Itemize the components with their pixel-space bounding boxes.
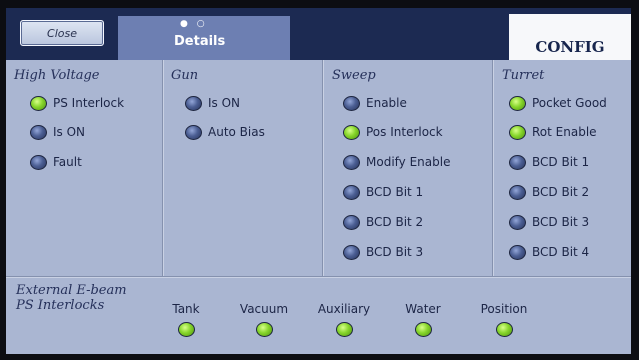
indicator-gun-is-on: Is ON (185, 94, 240, 112)
external-indicator-vacuum: Vacuum (234, 302, 294, 337)
indicator-label: BCD Bit 3 (532, 215, 590, 229)
status-led-icon (509, 214, 526, 230)
gun-title: Gun (171, 68, 199, 83)
status-led-icon (177, 322, 195, 337)
tab-config[interactable]: CONFIG (509, 14, 631, 60)
status-led-icon (509, 154, 526, 170)
gun-panel: Gun Is ON Auto Bias (163, 60, 322, 276)
close-button[interactable]: Close (20, 20, 104, 46)
indicator-label: BCD Bit 2 (532, 185, 590, 199)
indicator-label: Vacuum (239, 302, 289, 316)
indicator-label: BCD Bit 1 (366, 185, 424, 199)
indicator-label: PS Interlock (53, 96, 125, 110)
indicator-label: BCD Bit 4 (532, 245, 590, 259)
indicator-label: Is ON (208, 96, 241, 110)
status-led-icon (255, 322, 273, 337)
indicator-label: Pos Interlock (366, 125, 443, 139)
turret-title: Turret (502, 68, 545, 83)
indicator-label: Is ON (53, 125, 86, 139)
indicator-sweep-bcd-bit-3: BCD Bit 3 (343, 243, 423, 261)
indicator-turret-bcd-bit-3: BCD Bit 3 (509, 213, 589, 231)
indicator-label: BCD Bit 3 (366, 245, 424, 259)
status-led-icon (343, 154, 360, 170)
status-led-icon (343, 244, 360, 260)
indicator-hv-is-on: Is ON (30, 123, 85, 141)
status-led-icon (30, 124, 47, 140)
high-voltage-title: High Voltage (14, 68, 100, 83)
tab-details-label: Details (174, 34, 226, 49)
status-led-icon (185, 95, 202, 111)
status-led-icon (335, 322, 353, 337)
status-led-icon (509, 244, 526, 260)
external-interlocks-title: External E-beam PS Interlocks (16, 283, 127, 313)
control-screen: Close ● ○ Details CONFIG High Voltage PS… (6, 8, 631, 354)
page-indicator-dots: ● ○ (180, 19, 208, 29)
sweep-panel: Sweep Enable Pos Interlock Modify Enable… (323, 60, 492, 276)
indicator-label: Pocket Good (532, 96, 607, 110)
status-led-icon (343, 124, 360, 140)
external-indicator-position: Position (474, 302, 534, 337)
indicator-sweep-bcd-bit-1: BCD Bit 1 (343, 183, 423, 201)
external-indicator-tank: Tank (166, 302, 206, 337)
status-led-icon (414, 322, 432, 337)
indicator-label: Modify Enable (366, 155, 451, 169)
sweep-title: Sweep (332, 68, 376, 83)
indicator-turret-pocket-good: Pocket Good (509, 94, 607, 112)
indicator-label: Enable (366, 96, 407, 110)
indicator-label: BCD Bit 1 (532, 155, 590, 169)
indicator-sweep-bcd-bit-2: BCD Bit 2 (343, 213, 423, 231)
indicator-gun-auto-bias: Auto Bias (185, 123, 265, 141)
external-title-line-2: PS Interlocks (16, 298, 105, 313)
status-led-icon (30, 95, 47, 111)
high-voltage-panel: High Voltage PS Interlock Is ON Fault (6, 60, 162, 276)
indicator-label: Auxiliary (317, 302, 371, 316)
indicator-sweep-pos-interlock: Pos Interlock (343, 123, 443, 141)
indicator-turret-bcd-bit-4: BCD Bit 4 (509, 243, 589, 261)
indicator-label: BCD Bit 2 (366, 215, 424, 229)
indicator-label: Auto Bias (208, 125, 265, 139)
tab-details[interactable]: ● ○ Details (118, 16, 290, 60)
external-indicator-auxiliary: Auxiliary (312, 302, 376, 337)
indicator-turret-rot-enable: Rot Enable (509, 123, 597, 141)
section-divider-horizontal (6, 276, 631, 278)
indicator-hv-fault: Fault (30, 153, 82, 171)
turret-panel: Turret Pocket Good Rot Enable BCD Bit 1 … (493, 60, 631, 276)
indicator-label: Water (405, 302, 441, 316)
status-led-icon (509, 95, 526, 111)
status-led-icon (509, 184, 526, 200)
external-title-line-1: External E-beam (16, 283, 127, 298)
status-led-icon (509, 124, 526, 140)
indicator-sweep-modify-enable: Modify Enable (343, 153, 450, 171)
indicator-hv-ps-interlock: PS Interlock (30, 94, 124, 112)
indicator-turret-bcd-bit-2: BCD Bit 2 (509, 183, 589, 201)
indicator-label: Rot Enable (532, 125, 597, 139)
external-indicator-water: Water (398, 302, 448, 337)
indicator-label: Fault (53, 155, 82, 169)
status-led-icon (185, 124, 202, 140)
status-led-icon (343, 184, 360, 200)
indicator-label: Position (480, 302, 528, 316)
status-led-icon (30, 154, 47, 170)
indicator-label: Tank (172, 302, 200, 316)
status-led-icon (495, 322, 513, 337)
status-led-icon (343, 214, 360, 230)
indicator-turret-bcd-bit-1: BCD Bit 1 (509, 153, 589, 171)
indicator-sweep-enable: Enable (343, 94, 407, 112)
status-led-icon (343, 95, 360, 111)
